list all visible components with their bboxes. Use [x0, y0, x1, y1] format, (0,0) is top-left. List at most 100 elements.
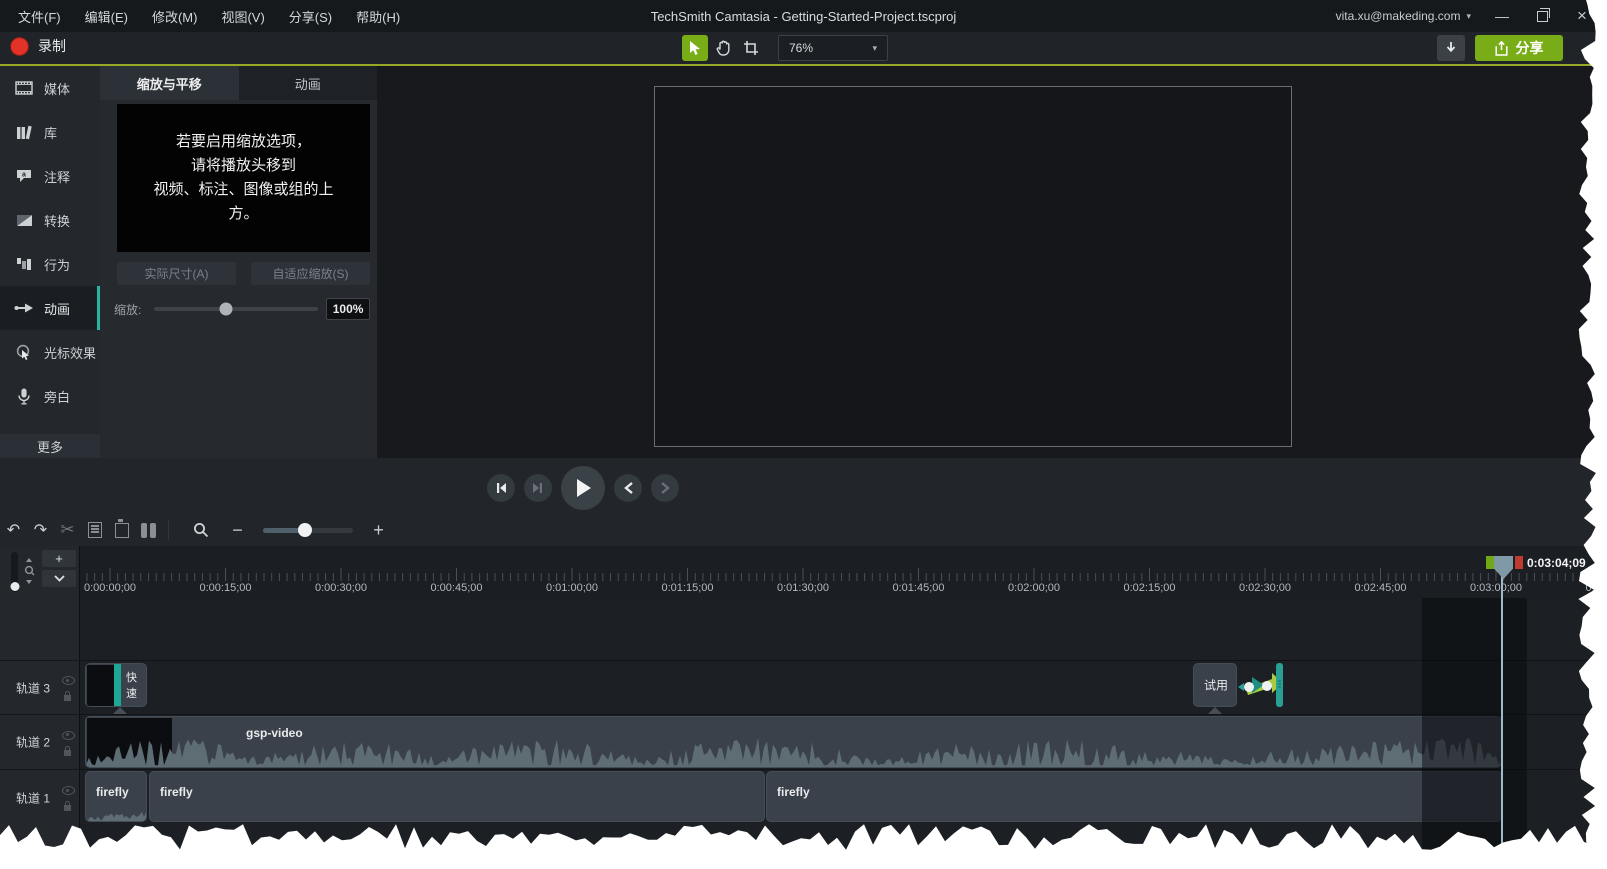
- add-track-button[interactable]: +: [42, 550, 76, 567]
- hint-line: 请将播放头移到: [117, 154, 370, 178]
- ruler-timestamp: 0:00:15;00: [200, 582, 252, 594]
- zoom-fit-icon: [22, 558, 36, 584]
- next-marker-button[interactable]: [651, 474, 679, 502]
- clip-试用[interactable]: 试用: [1193, 663, 1237, 707]
- menu-item-3[interactable]: 视图(V): [211, 3, 274, 30]
- playhead-time: 0:03:04;09: [1527, 556, 1586, 570]
- ruler-timestamp: 0:00:30;00: [315, 582, 367, 594]
- ruler-timestamp: 0:02:15;00: [1124, 582, 1176, 594]
- track-row-3[interactable]: 快速 试用: [80, 660, 1607, 714]
- export-local-button[interactable]: [1437, 35, 1465, 61]
- menu-item-0[interactable]: 文件(F): [8, 3, 71, 30]
- callout-icon: a: [14, 169, 34, 183]
- record-button[interactable]: 录制: [10, 36, 66, 56]
- eye-icon[interactable]: [62, 786, 75, 795]
- sidebar-item-library[interactable]: 库: [0, 110, 100, 154]
- paste-icon: [115, 523, 129, 538]
- sidebar-item-transition[interactable]: 转换: [0, 198, 100, 242]
- animation-marker[interactable]: [113, 707, 127, 714]
- clip-firefly[interactable]: firefly: [766, 771, 1502, 822]
- zoom-hint-message: 若要启用缩放选项，请将播放头移到视频、标注、图像或组的上方。: [117, 104, 370, 252]
- canvas-zoom-select[interactable]: 76% ▾: [778, 35, 888, 61]
- play-icon: [574, 478, 592, 498]
- timeline-ruler[interactable]: 0:00:00;000:00:15;000:00:30;000:00:45;00…: [80, 546, 1607, 598]
- menu-item-1[interactable]: 编辑(E): [75, 3, 138, 30]
- prev-marker-button[interactable]: [614, 474, 642, 502]
- redo-button[interactable]: ↷: [27, 517, 54, 543]
- actual-size-button[interactable]: 实际尺寸(A): [117, 262, 236, 285]
- step-forward-button[interactable]: [524, 474, 552, 502]
- timeline-zoom-in-button[interactable]: +: [365, 517, 392, 543]
- clip-firefly[interactable]: firefly: [85, 771, 147, 822]
- canvas-frame[interactable]: [654, 86, 1292, 447]
- clip-firefly[interactable]: firefly: [149, 771, 765, 822]
- share-icon: [1495, 41, 1508, 56]
- crop-tool-button[interactable]: [738, 35, 764, 61]
- timeline-zoom-handle[interactable]: [298, 523, 312, 537]
- sidebar-item-label: 媒体: [44, 79, 70, 98]
- scale-value[interactable]: 100%: [326, 298, 370, 320]
- sidebar-item-callout[interactable]: a注释: [0, 154, 100, 198]
- audio-waveform: [86, 737, 1502, 767]
- playhead-line[interactable]: [1501, 568, 1503, 869]
- timeline-zoom-button[interactable]: [187, 517, 214, 543]
- collapse-tracks-button[interactable]: [42, 570, 76, 587]
- timeline-zoom-slider[interactable]: [263, 528, 353, 533]
- track-row-1[interactable]: fireflyfireflyfirefly: [80, 769, 1607, 823]
- hint-line: 若要启用缩放选项，: [117, 130, 370, 154]
- scale-label: 缩放:: [114, 301, 146, 318]
- split-icon: [141, 523, 156, 538]
- lock-icon[interactable]: [64, 805, 71, 811]
- sidebar-more-button[interactable]: 更多: [0, 434, 100, 458]
- cut-button[interactable]: ✂: [54, 517, 81, 543]
- minimize-button[interactable]: —: [1483, 2, 1521, 30]
- menu-item-2[interactable]: 修改(M): [142, 3, 208, 30]
- scale-slider[interactable]: [154, 307, 318, 311]
- eye-icon[interactable]: [62, 731, 75, 740]
- clip-gsp-video[interactable]: gsp-video: [85, 716, 1502, 768]
- tab-zoom-n-pan[interactable]: 缩放与平移: [100, 66, 239, 100]
- timeline-zoom-out-button[interactable]: −: [224, 517, 251, 543]
- play-button[interactable]: [561, 466, 605, 510]
- close-button[interactable]: ×: [1563, 2, 1601, 30]
- after-playhead-shade: [1422, 598, 1527, 869]
- animation-marker[interactable]: [1208, 707, 1222, 714]
- select-tool-button[interactable]: [682, 35, 708, 61]
- track-row-2[interactable]: gsp-video: [80, 714, 1607, 769]
- share-label: 分享: [1516, 38, 1544, 58]
- zoom-animation-arrow[interactable]: [1238, 663, 1284, 707]
- clip-label: firefly: [96, 785, 129, 799]
- track-height-slider[interactable]: [11, 552, 18, 592]
- chevron-down-icon: ▾: [1466, 11, 1471, 22]
- clip-快速[interactable]: 快速: [85, 663, 147, 707]
- voice-icon: [14, 388, 34, 405]
- step-back-icon: [495, 482, 507, 494]
- sidebar-item-cursor-fx[interactable]: 光标效果: [0, 330, 100, 374]
- step-back-button[interactable]: [487, 474, 515, 502]
- tab-animations[interactable]: 动画: [239, 66, 378, 100]
- menu-item-5[interactable]: 帮助(H): [346, 3, 410, 30]
- share-button[interactable]: 分享: [1475, 35, 1563, 61]
- lock-icon[interactable]: [64, 695, 71, 701]
- account-menu[interactable]: vita.xu@makeding.com ▾: [1326, 9, 1481, 23]
- menu-item-4[interactable]: 分享(S): [279, 3, 342, 30]
- track-height-handle[interactable]: [10, 582, 19, 591]
- eye-icon[interactable]: [62, 676, 75, 685]
- sidebar-item-voice[interactable]: 旁白: [0, 374, 100, 418]
- split-button[interactable]: [135, 517, 162, 543]
- lock-icon[interactable]: [64, 750, 71, 756]
- canvas-area[interactable]: [377, 66, 1607, 458]
- paste-button[interactable]: [108, 517, 135, 543]
- timeline-body[interactable]: 快速试用gsp-videofireflyfireflyfirefly: [80, 598, 1607, 869]
- scale-slider-handle[interactable]: [220, 303, 233, 316]
- restore-button[interactable]: [1523, 2, 1561, 30]
- sidebar-item-behavior[interactable]: 行为: [0, 242, 100, 286]
- sidebar-item-media[interactable]: 媒体: [0, 66, 100, 110]
- scale-to-fit-button[interactable]: 自适应缩放(S): [251, 262, 370, 285]
- undo-button[interactable]: ↶: [0, 517, 27, 543]
- selection-out-handle[interactable]: [1515, 556, 1523, 569]
- screenshot: { "window": { "menus": ["文件(F)", "编辑(E)"…: [0, 0, 1607, 869]
- copy-button[interactable]: [81, 517, 108, 543]
- pan-tool-button[interactable]: [710, 35, 736, 61]
- sidebar-item-animation[interactable]: 动画: [0, 286, 100, 330]
